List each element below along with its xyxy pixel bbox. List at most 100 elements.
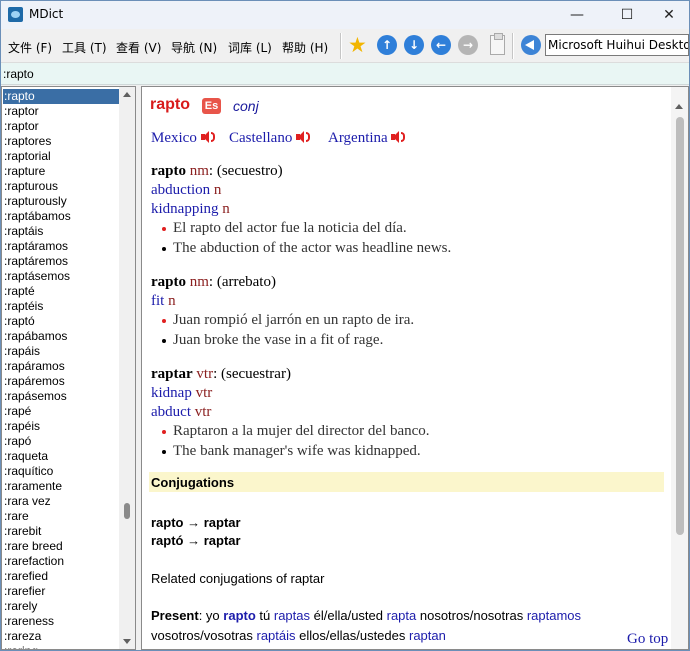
- word-list-item[interactable]: :rapto: [3, 89, 119, 104]
- voice-selector[interactable]: Microsoft Huihui Desktop: [545, 34, 689, 56]
- translation-word[interactable]: fit: [151, 293, 164, 309]
- word-list-item[interactable]: :rare breed: [3, 539, 119, 554]
- close-button[interactable]: ✕: [646, 1, 690, 29]
- present-label: Present: [151, 608, 199, 623]
- word-list-item[interactable]: :rarefaction: [3, 554, 119, 569]
- translation-pos: n: [213, 182, 222, 198]
- pronoun-text: ellos/ellas/ustedes: [295, 628, 409, 643]
- conjugated-form[interactable]: raptan: [409, 628, 446, 643]
- present-tense-line-2: vosotros/vosotras raptáis ellos/ellas/us…: [151, 628, 446, 643]
- menu-help[interactable]: 帮助 (H): [282, 39, 328, 56]
- word-list-item[interactable]: :rarely: [3, 599, 119, 614]
- word-list-item[interactable]: :rapásemos: [3, 389, 119, 404]
- word-list-item[interactable]: :rapábamos: [3, 329, 119, 344]
- sense-pos: nm: [189, 274, 209, 290]
- word-list-item[interactable]: :raptásemos: [3, 269, 119, 284]
- word-list-item[interactable]: :rapáis: [3, 344, 119, 359]
- definition-scrollbar[interactable]: [671, 87, 688, 649]
- word-list-item[interactable]: :raptáis: [3, 224, 119, 239]
- back-arrow-icon[interactable]: ←: [431, 35, 451, 55]
- word-list-item[interactable]: :rarebit: [3, 524, 119, 539]
- menu-file[interactable]: 文件 (F): [8, 39, 52, 56]
- word-list-item[interactable]: :raptores: [3, 134, 119, 149]
- maximize-button[interactable]: ☐: [604, 1, 650, 29]
- word-list-item[interactable]: :rare: [3, 509, 119, 524]
- sense-gloss: : (arrebato): [208, 274, 276, 290]
- clipboard-icon[interactable]: [490, 33, 505, 55]
- conjugations-heading: Conjugations: [151, 475, 235, 490]
- speaker-icon[interactable]: [391, 131, 406, 143]
- scroll-up-arrow-icon[interactable]: [675, 104, 683, 109]
- scroll-down-arrow-icon[interactable]: [123, 639, 131, 644]
- word-list-item[interactable]: :rarefied: [3, 569, 119, 584]
- word-list-scrollbar[interactable]: [119, 87, 135, 649]
- pronoun-text: él/ella/usted: [310, 608, 387, 623]
- speaker-icon[interactable]: [296, 131, 311, 143]
- word-list-item[interactable]: :raptéis: [3, 299, 119, 314]
- translation-word[interactable]: kidnap: [151, 385, 192, 401]
- accent-argentina[interactable]: Argentina: [328, 130, 406, 147]
- word-list-item[interactable]: :raquítico: [3, 464, 119, 479]
- conjugated-form[interactable]: raptas: [274, 608, 310, 623]
- menu-library[interactable]: 词库 (L): [228, 39, 272, 56]
- sense-gloss: : (secuestro): [208, 163, 283, 179]
- word-list-item[interactable]: :rapé: [3, 404, 119, 419]
- word-list-item[interactable]: :rapturous: [3, 179, 119, 194]
- example-translation: Juan broke the vase in a fit of rage.: [173, 332, 384, 348]
- word-list-item[interactable]: :raptorial: [3, 149, 119, 164]
- word-list-item[interactable]: :rareza: [3, 629, 119, 644]
- word-list-item[interactable]: :raptor: [3, 104, 119, 119]
- menu-navigate[interactable]: 导航 (N): [171, 39, 217, 56]
- translation-word[interactable]: kidnapping: [151, 201, 219, 217]
- translation-pos: n: [168, 293, 176, 309]
- word-list-item[interactable]: :rapté: [3, 284, 119, 299]
- word-list-item[interactable]: :rapáramos: [3, 359, 119, 374]
- search-input[interactable]: [3, 65, 685, 83]
- scrollbar-thumb[interactable]: [124, 503, 130, 519]
- go-top-link[interactable]: Go top: [627, 631, 668, 648]
- scroll-up-arrow-icon[interactable]: [123, 92, 131, 97]
- word-list-item[interactable]: :raptáremos: [3, 254, 119, 269]
- conjugated-form[interactable]: raptamos: [527, 608, 581, 623]
- language-badge: Es: [202, 98, 221, 114]
- word-list-item[interactable]: :raptáramos: [3, 239, 119, 254]
- translation-pos: vtr: [194, 404, 212, 420]
- menu-tools[interactable]: 工具 (T): [62, 39, 107, 56]
- sense-pos: vtr: [196, 366, 214, 382]
- favorite-star-icon[interactable]: ★: [348, 33, 367, 57]
- minimize-button[interactable]: —: [554, 1, 600, 29]
- scrollbar-thumb[interactable]: [676, 117, 684, 535]
- word-list-item[interactable]: :raqueta: [3, 449, 119, 464]
- translation-pos: vtr: [195, 385, 213, 401]
- accent-mexico[interactable]: Mexico: [151, 130, 216, 147]
- translation-word[interactable]: abduct: [151, 404, 191, 420]
- pronoun-text: nosotros/nosotras: [416, 608, 527, 623]
- word-list-item[interactable]: :rapturously: [3, 194, 119, 209]
- word-list-item[interactable]: :raring: [3, 644, 119, 649]
- arrow-down-icon[interactable]: ↓: [404, 35, 424, 55]
- word-list-item[interactable]: :raptó: [3, 314, 119, 329]
- menu-view[interactable]: 查看 (V): [116, 39, 161, 56]
- arrow-up-icon[interactable]: ↑: [377, 35, 397, 55]
- speaker-icon[interactable]: [200, 131, 216, 143]
- accent-castellano[interactable]: Castellano: [229, 130, 311, 147]
- word-list-item[interactable]: :raptor: [3, 119, 119, 134]
- word-list-item[interactable]: :rapáremos: [3, 374, 119, 389]
- forward-arrow-icon[interactable]: →: [458, 35, 478, 55]
- sense-gloss: : (secuestrar): [213, 366, 291, 382]
- word-list-item[interactable]: :rapture: [3, 164, 119, 179]
- conjugated-form[interactable]: raptáis: [257, 628, 296, 643]
- word-list-item[interactable]: :rapó: [3, 434, 119, 449]
- word-list-item[interactable]: :rarefier: [3, 584, 119, 599]
- word-list-item[interactable]: :raptábamos: [3, 209, 119, 224]
- translation-word[interactable]: abduction: [151, 182, 210, 198]
- word-list-item[interactable]: :raramente: [3, 479, 119, 494]
- sense-word: rapto: [151, 274, 186, 290]
- word-list-item[interactable]: :rareness: [3, 614, 119, 629]
- speak-icon[interactable]: [521, 35, 541, 55]
- conjugated-form[interactable]: rapto: [223, 608, 256, 623]
- conjugated-form[interactable]: rapta: [387, 608, 417, 623]
- mdict-window: MDict — ☐ ✕ 文件 (F) 工具 (T) 查看 (V) 导航 (N) …: [0, 0, 690, 651]
- word-list-item[interactable]: :rapéis: [3, 419, 119, 434]
- word-list-item[interactable]: :rara vez: [3, 494, 119, 509]
